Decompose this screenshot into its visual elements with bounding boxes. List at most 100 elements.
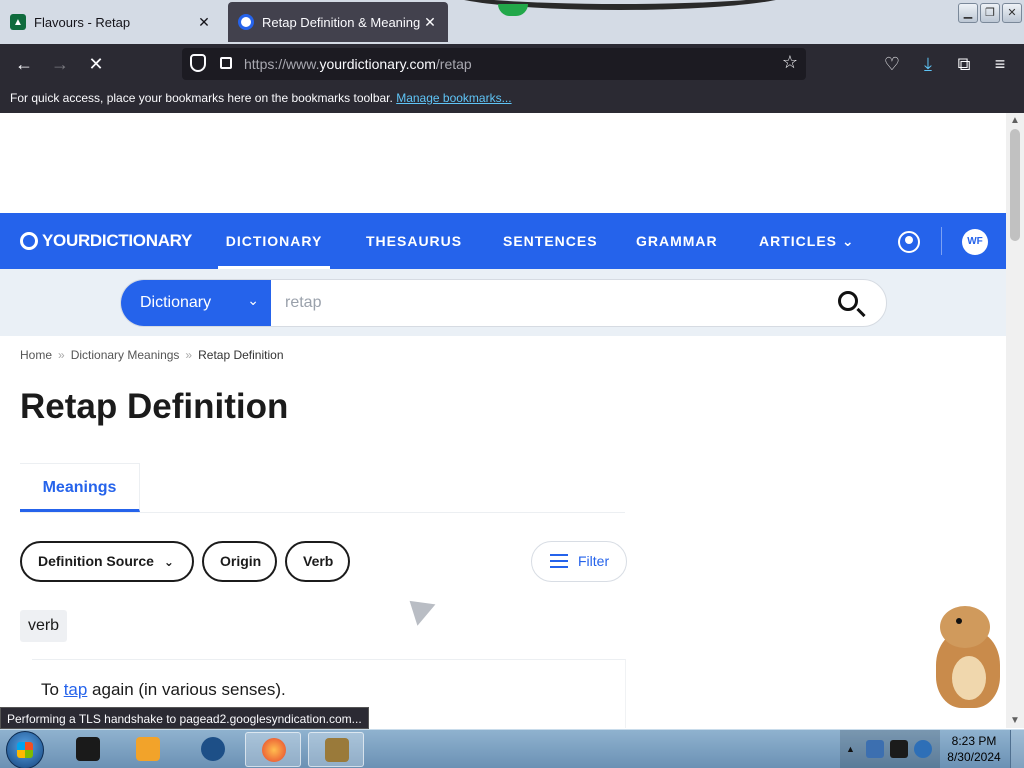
lock-icon[interactable] bbox=[220, 57, 232, 69]
show-hidden-icons-arrow[interactable]: ▲ bbox=[846, 744, 855, 754]
mouse-pointer-icon bbox=[400, 590, 436, 626]
breadcrumb-home[interactable]: Home bbox=[20, 348, 52, 362]
logo-ring-icon bbox=[20, 232, 38, 250]
hamster-mascot-icon bbox=[922, 606, 1008, 710]
breadcrumb-dictionary-meanings[interactable]: Dictionary Meanings bbox=[71, 348, 180, 362]
page-scrollbar[interactable]: ▲ ▼ bbox=[1006, 113, 1024, 728]
back-arrow-icon[interactable]: ← bbox=[12, 52, 36, 76]
breadcrumb: Home » Dictionary Meanings » Retap Definitio… bbox=[20, 348, 284, 362]
system-tray: ▲ bbox=[840, 730, 940, 768]
status-bar: Performing a TLS handshake to pagead2.go… bbox=[0, 707, 369, 729]
taskbar-app-media[interactable] bbox=[120, 732, 176, 767]
breadcrumb-separator: » bbox=[58, 348, 65, 362]
shield-icon[interactable] bbox=[190, 54, 206, 72]
browser-tab-strip: ▲ Flavours - Retap ✕ Retap Definition & … bbox=[0, 0, 1024, 44]
nav-articles[interactable]: ARTICLES ⌄ bbox=[759, 213, 855, 269]
definition-source-label: Definition Source bbox=[38, 553, 154, 569]
taskbar-app-box[interactable] bbox=[308, 732, 364, 767]
browser-toolbar: ← → ✕ https://www.yourdictionary.com/ret… bbox=[0, 44, 1024, 84]
bookmark-star-icon[interactable]: ☆ bbox=[782, 52, 798, 73]
header-divider bbox=[941, 227, 942, 255]
content-tabs: Meanings bbox=[20, 463, 625, 513]
network-icon[interactable] bbox=[890, 740, 908, 758]
nav-dictionary[interactable]: DICTIONARY bbox=[218, 213, 330, 269]
close-tab-icon[interactable]: ✕ bbox=[196, 14, 212, 31]
scroll-down-arrow-icon[interactable]: ▼ bbox=[1010, 715, 1020, 726]
definition-prefix: To bbox=[41, 680, 64, 699]
leaf-favicon-icon: ▲ bbox=[10, 14, 26, 30]
start-button[interactable] bbox=[6, 731, 44, 768]
pocket-icon[interactable]: ♡ bbox=[880, 52, 904, 76]
close-tab-icon[interactable]: ✕ bbox=[422, 14, 438, 31]
manage-bookmarks-link[interactable]: Manage bookmarks... bbox=[396, 91, 511, 105]
search-band: Dictionary ⌄ retap bbox=[0, 269, 1006, 336]
address-bar[interactable]: https://www.yourdictionary.com/retap ☆ bbox=[182, 48, 806, 80]
chevron-down-icon: ⌄ bbox=[247, 292, 259, 308]
url-text[interactable]: https://www.yourdictionary.com/retap bbox=[244, 56, 472, 72]
box-game-icon bbox=[325, 738, 349, 762]
sliders-icon bbox=[550, 554, 568, 568]
media-player-icon bbox=[136, 737, 160, 761]
definition-suffix: again (in various senses). bbox=[87, 680, 286, 699]
nav-sentences[interactable]: SENTENCES bbox=[503, 213, 598, 269]
windows-taskbar: ▲ 8:23 PM 8/30/2024 bbox=[0, 729, 1024, 768]
bookmarks-toolbar: For quick access, place your bookmarks h… bbox=[0, 84, 1024, 113]
forward-arrow-icon[interactable]: → bbox=[48, 52, 72, 76]
taskbar-app-globe[interactable] bbox=[185, 732, 241, 767]
chevron-down-icon: ⌄ bbox=[841, 233, 855, 249]
download-icon[interactable]: ⤓ bbox=[916, 52, 940, 76]
site-header: YOURDICTIONARY DICTIONARY THESAURUS SENT… bbox=[0, 213, 1006, 269]
extensions-icon[interactable]: ⧉ bbox=[952, 52, 976, 76]
restore-button[interactable]: ❐ bbox=[980, 3, 1000, 23]
display-icon[interactable] bbox=[866, 740, 884, 758]
filter-button[interactable]: Filter bbox=[531, 541, 627, 582]
volume-icon[interactable] bbox=[914, 740, 932, 758]
nav-articles-label: ARTICLES bbox=[759, 233, 837, 249]
tab-meanings[interactable]: Meanings bbox=[20, 463, 140, 512]
breadcrumb-separator: » bbox=[185, 348, 193, 362]
tab-retap-definition[interactable]: Retap Definition & Meaning | Y ✕ bbox=[228, 2, 448, 42]
url-prefix: https://www. bbox=[244, 56, 320, 72]
user-account-icon[interactable] bbox=[898, 231, 920, 253]
bookmarks-message: For quick access, place your bookmarks h… bbox=[10, 91, 393, 105]
definition-text: To tap again (in various senses). bbox=[41, 680, 286, 700]
definition-link-tap[interactable]: tap bbox=[64, 680, 88, 699]
filter-label: Filter bbox=[578, 553, 610, 569]
yourdictionary-favicon-icon bbox=[238, 14, 254, 30]
scroll-up-arrow-icon[interactable]: ▲ bbox=[1010, 115, 1020, 126]
taskbar-app-firefox[interactable] bbox=[245, 732, 301, 767]
globe-icon bbox=[201, 737, 225, 761]
origin-button[interactable]: Origin bbox=[202, 541, 277, 582]
terminal-icon bbox=[76, 737, 100, 761]
search-box: Dictionary ⌄ retap bbox=[120, 279, 887, 327]
hamster-belly bbox=[952, 656, 986, 700]
hamster-eye bbox=[956, 618, 962, 624]
nav-thesaurus[interactable]: THESAURUS bbox=[366, 213, 462, 269]
minimize-button[interactable]: ▁ bbox=[958, 3, 978, 23]
search-scope-dropdown[interactable]: Dictionary ⌄ bbox=[121, 280, 271, 326]
close-window-button[interactable]: ✕ bbox=[1002, 3, 1022, 23]
logo-text: YOURDICTIONARY bbox=[42, 231, 193, 250]
search-icon[interactable] bbox=[838, 291, 858, 311]
tab-title: Retap Definition & Meaning | Y bbox=[262, 14, 422, 30]
search-input[interactable]: retap bbox=[285, 294, 321, 312]
stop-loading-icon[interactable]: ✕ bbox=[84, 52, 108, 76]
page-viewport: YOURDICTIONARY DICTIONARY THESAURUS SENT… bbox=[0, 113, 1006, 728]
nav-grammar[interactable]: GRAMMAR bbox=[636, 213, 718, 269]
firefox-icon bbox=[262, 738, 286, 762]
chevron-down-icon: ⌄ bbox=[163, 555, 174, 569]
taskbar-app-terminal[interactable] bbox=[60, 732, 116, 767]
page-title: Retap Definition bbox=[20, 387, 289, 426]
clock-time: 8:23 PM bbox=[951, 734, 997, 748]
part-of-speech-badge: verb bbox=[20, 610, 67, 642]
word-finder-logo[interactable]: WF bbox=[962, 229, 988, 255]
url-path: /retap bbox=[435, 56, 472, 72]
verb-button[interactable]: Verb bbox=[285, 541, 350, 582]
scrollbar-thumb[interactable] bbox=[1010, 129, 1020, 241]
taskbar-clock[interactable]: 8:23 PM 8/30/2024 bbox=[940, 733, 1008, 765]
definition-source-dropdown[interactable]: Definition Source ⌄ bbox=[20, 541, 194, 582]
show-desktop-button[interactable] bbox=[1010, 730, 1024, 768]
menu-hamburger-icon[interactable]: ≡ bbox=[988, 52, 1012, 76]
tab-flavours[interactable]: ▲ Flavours - Retap ✕ bbox=[0, 2, 222, 42]
site-logo[interactable]: YOURDICTIONARY bbox=[20, 231, 192, 251]
